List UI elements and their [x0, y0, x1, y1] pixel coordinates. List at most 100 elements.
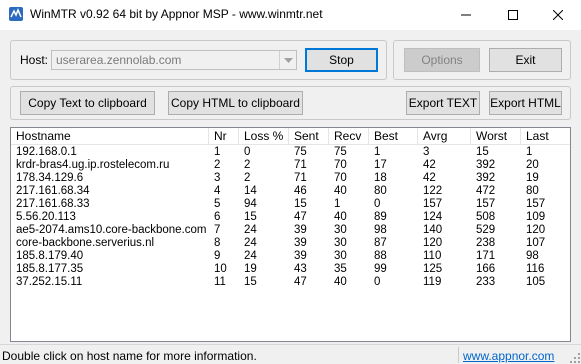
appnor-link[interactable]: www.appnor.com: [463, 349, 554, 363]
table-row[interactable]: 192.168.0.1 1 0 75 75 1 3 15 1: [11, 146, 570, 159]
cell-recv: 40: [334, 276, 347, 288]
column-header-recv[interactable]: Recv: [329, 128, 369, 145]
table-row[interactable]: 185.8.177.35 10 19 43 35 99 125 166 116: [11, 263, 570, 276]
dropdown-arrow-icon: [283, 57, 293, 63]
cell-nr: 11: [214, 276, 226, 288]
cell-best: 0: [374, 276, 381, 288]
host-dropdown-button[interactable]: [279, 51, 296, 69]
cell-hostname[interactable]: 5.56.20.113: [11, 211, 209, 224]
minimize-button[interactable]: [443, 0, 489, 30]
cell-loss: 24: [244, 250, 257, 262]
cell-worst: 233: [476, 276, 496, 288]
results-listview[interactable]: Hostname Nr Loss % Sent Recv Best Avrg W…: [10, 127, 571, 342]
cell-hostname[interactable]: 185.8.177.35: [11, 263, 209, 276]
table-row[interactable]: 217.161.68.33 5 94 15 1 0 157 157 157: [11, 198, 570, 211]
cell-best: 88: [374, 250, 387, 262]
cell-worst: 171: [476, 250, 496, 262]
cell-recv: 30: [334, 237, 347, 249]
column-header-avrg[interactable]: Avrg: [418, 128, 471, 145]
cell-recv: 30: [334, 224, 347, 236]
table-row[interactable]: 185.8.179.40 9 24 39 30 88 110 171 98: [11, 250, 570, 263]
table-row[interactable]: krdr-bras4.ug.ip.rostelecom.ru 2 2 71 70 17 42…: [11, 159, 570, 172]
copy-text-button[interactable]: Copy Text to clipboard: [20, 91, 155, 115]
cell-nr: 10: [214, 263, 227, 275]
export-text-button[interactable]: Export TEXT: [406, 91, 480, 115]
cell-hostname[interactable]: 192.168.0.1: [11, 146, 209, 159]
copy-html-button[interactable]: Copy HTML to clipboard: [168, 91, 303, 115]
cell-sent: 39: [294, 250, 307, 262]
cell-last: 116: [526, 263, 545, 275]
export-html-button[interactable]: Export HTML: [489, 91, 562, 115]
cell-avrg: 42: [423, 159, 436, 171]
maximize-button[interactable]: [490, 0, 536, 30]
cell-sent: 71: [294, 172, 307, 184]
cell-nr: 8: [214, 237, 221, 249]
cell-avrg: 119: [423, 276, 442, 288]
column-header-nr[interactable]: Nr: [209, 128, 239, 145]
cell-last: 20: [526, 159, 539, 171]
cell-sent: 47: [294, 276, 307, 288]
cell-best: 1: [374, 146, 381, 158]
close-button[interactable]: [535, 0, 581, 30]
cell-sent: 75: [294, 146, 307, 158]
table-row[interactable]: 178.34.129.6 3 2 71 70 18 42 392 19: [11, 172, 570, 185]
cell-sent: 46: [294, 185, 307, 197]
cell-sent: 43: [294, 263, 307, 275]
cell-hostname[interactable]: 217.161.68.33: [11, 198, 209, 211]
host-label: Host:: [20, 53, 49, 67]
exit-button[interactable]: Exit: [489, 48, 562, 72]
cell-hostname[interactable]: 37.252.15.11: [11, 276, 209, 289]
cell-avrg: 124: [423, 211, 443, 223]
options-button[interactable]: Options: [404, 48, 480, 72]
table-row[interactable]: 5.56.20.113 6 15 47 40 89 124 508 109: [11, 211, 570, 224]
window-title: WinMTR v0.92 64 bit by Appnor MSP - www.…: [30, 7, 323, 21]
table-row[interactable]: 217.161.68.34 4 14 46 40 80 122 472 80: [11, 185, 570, 198]
table-row[interactable]: core-backbone.serverius.nl 8 24 39 30 87 120 23…: [11, 237, 570, 250]
cell-nr: 3: [214, 172, 221, 184]
column-header-worst[interactable]: Worst: [471, 128, 521, 145]
cell-loss: 15: [244, 211, 257, 223]
cell-best: 0: [374, 198, 381, 210]
host-combobox[interactable]: userarea.zennolab.com: [51, 50, 297, 70]
cell-recv: 30: [334, 250, 347, 262]
minimize-icon: [461, 14, 471, 16]
cell-loss: 24: [244, 237, 257, 249]
cell-hostname[interactable]: 217.161.68.34: [11, 185, 209, 198]
status-text: Double click on host name for more infor…: [2, 349, 257, 363]
cell-best: 80: [374, 185, 387, 197]
column-header-hostname[interactable]: Hostname: [11, 128, 209, 145]
size-grip-icon[interactable]: [570, 353, 580, 363]
stop-button[interactable]: Stop: [305, 48, 378, 72]
table-header: Hostname Nr Loss % Sent Recv Best Avrg W…: [11, 128, 570, 145]
host-value: userarea.zennolab.com: [56, 53, 182, 67]
cell-avrg: 157: [423, 198, 443, 210]
cell-loss: 24: [244, 224, 257, 236]
table-row[interactable]: 37.252.15.11 11 15 47 40 0 119 233 105: [11, 276, 570, 289]
cell-hostname[interactable]: 185.8.179.40: [11, 250, 209, 263]
table-row[interactable]: ae5-2074.ams10.core-backbone.com 7 24 39 30 9…: [11, 224, 570, 237]
cell-hostname[interactable]: core-backbone.serverius.nl: [11, 237, 209, 250]
cell-recv: 40: [334, 211, 347, 223]
title-bar[interactable]: WinMTR v0.92 64 bit by Appnor MSP - www.…: [0, 0, 581, 30]
cell-best: 17: [374, 159, 387, 171]
cell-worst: 238: [476, 237, 496, 249]
cell-recv: 70: [334, 172, 347, 184]
cell-last: 107: [526, 237, 546, 249]
cell-hostname[interactable]: ae5-2074.ams10.core-backbone.com: [11, 224, 209, 237]
cell-loss: 0: [244, 146, 251, 158]
column-header-loss[interactable]: Loss %: [239, 128, 289, 145]
cell-nr: 9: [214, 250, 221, 262]
column-header-best[interactable]: Best: [369, 128, 418, 145]
cell-recv: 70: [334, 159, 347, 171]
cell-sent: 15: [294, 198, 307, 210]
cell-worst: 15: [476, 146, 489, 158]
cell-worst: 508: [476, 211, 496, 223]
cell-hostname[interactable]: krdr-bras4.ug.ip.rostelecom.ru: [11, 159, 209, 172]
cell-avrg: 122: [423, 185, 443, 197]
column-header-last[interactable]: Last: [521, 128, 570, 145]
cell-nr: 7: [214, 224, 221, 236]
cell-sent: 39: [294, 237, 307, 249]
cell-sent: 39: [294, 224, 307, 236]
cell-hostname[interactable]: 178.34.129.6: [11, 172, 209, 185]
column-header-sent[interactable]: Sent: [289, 128, 329, 145]
